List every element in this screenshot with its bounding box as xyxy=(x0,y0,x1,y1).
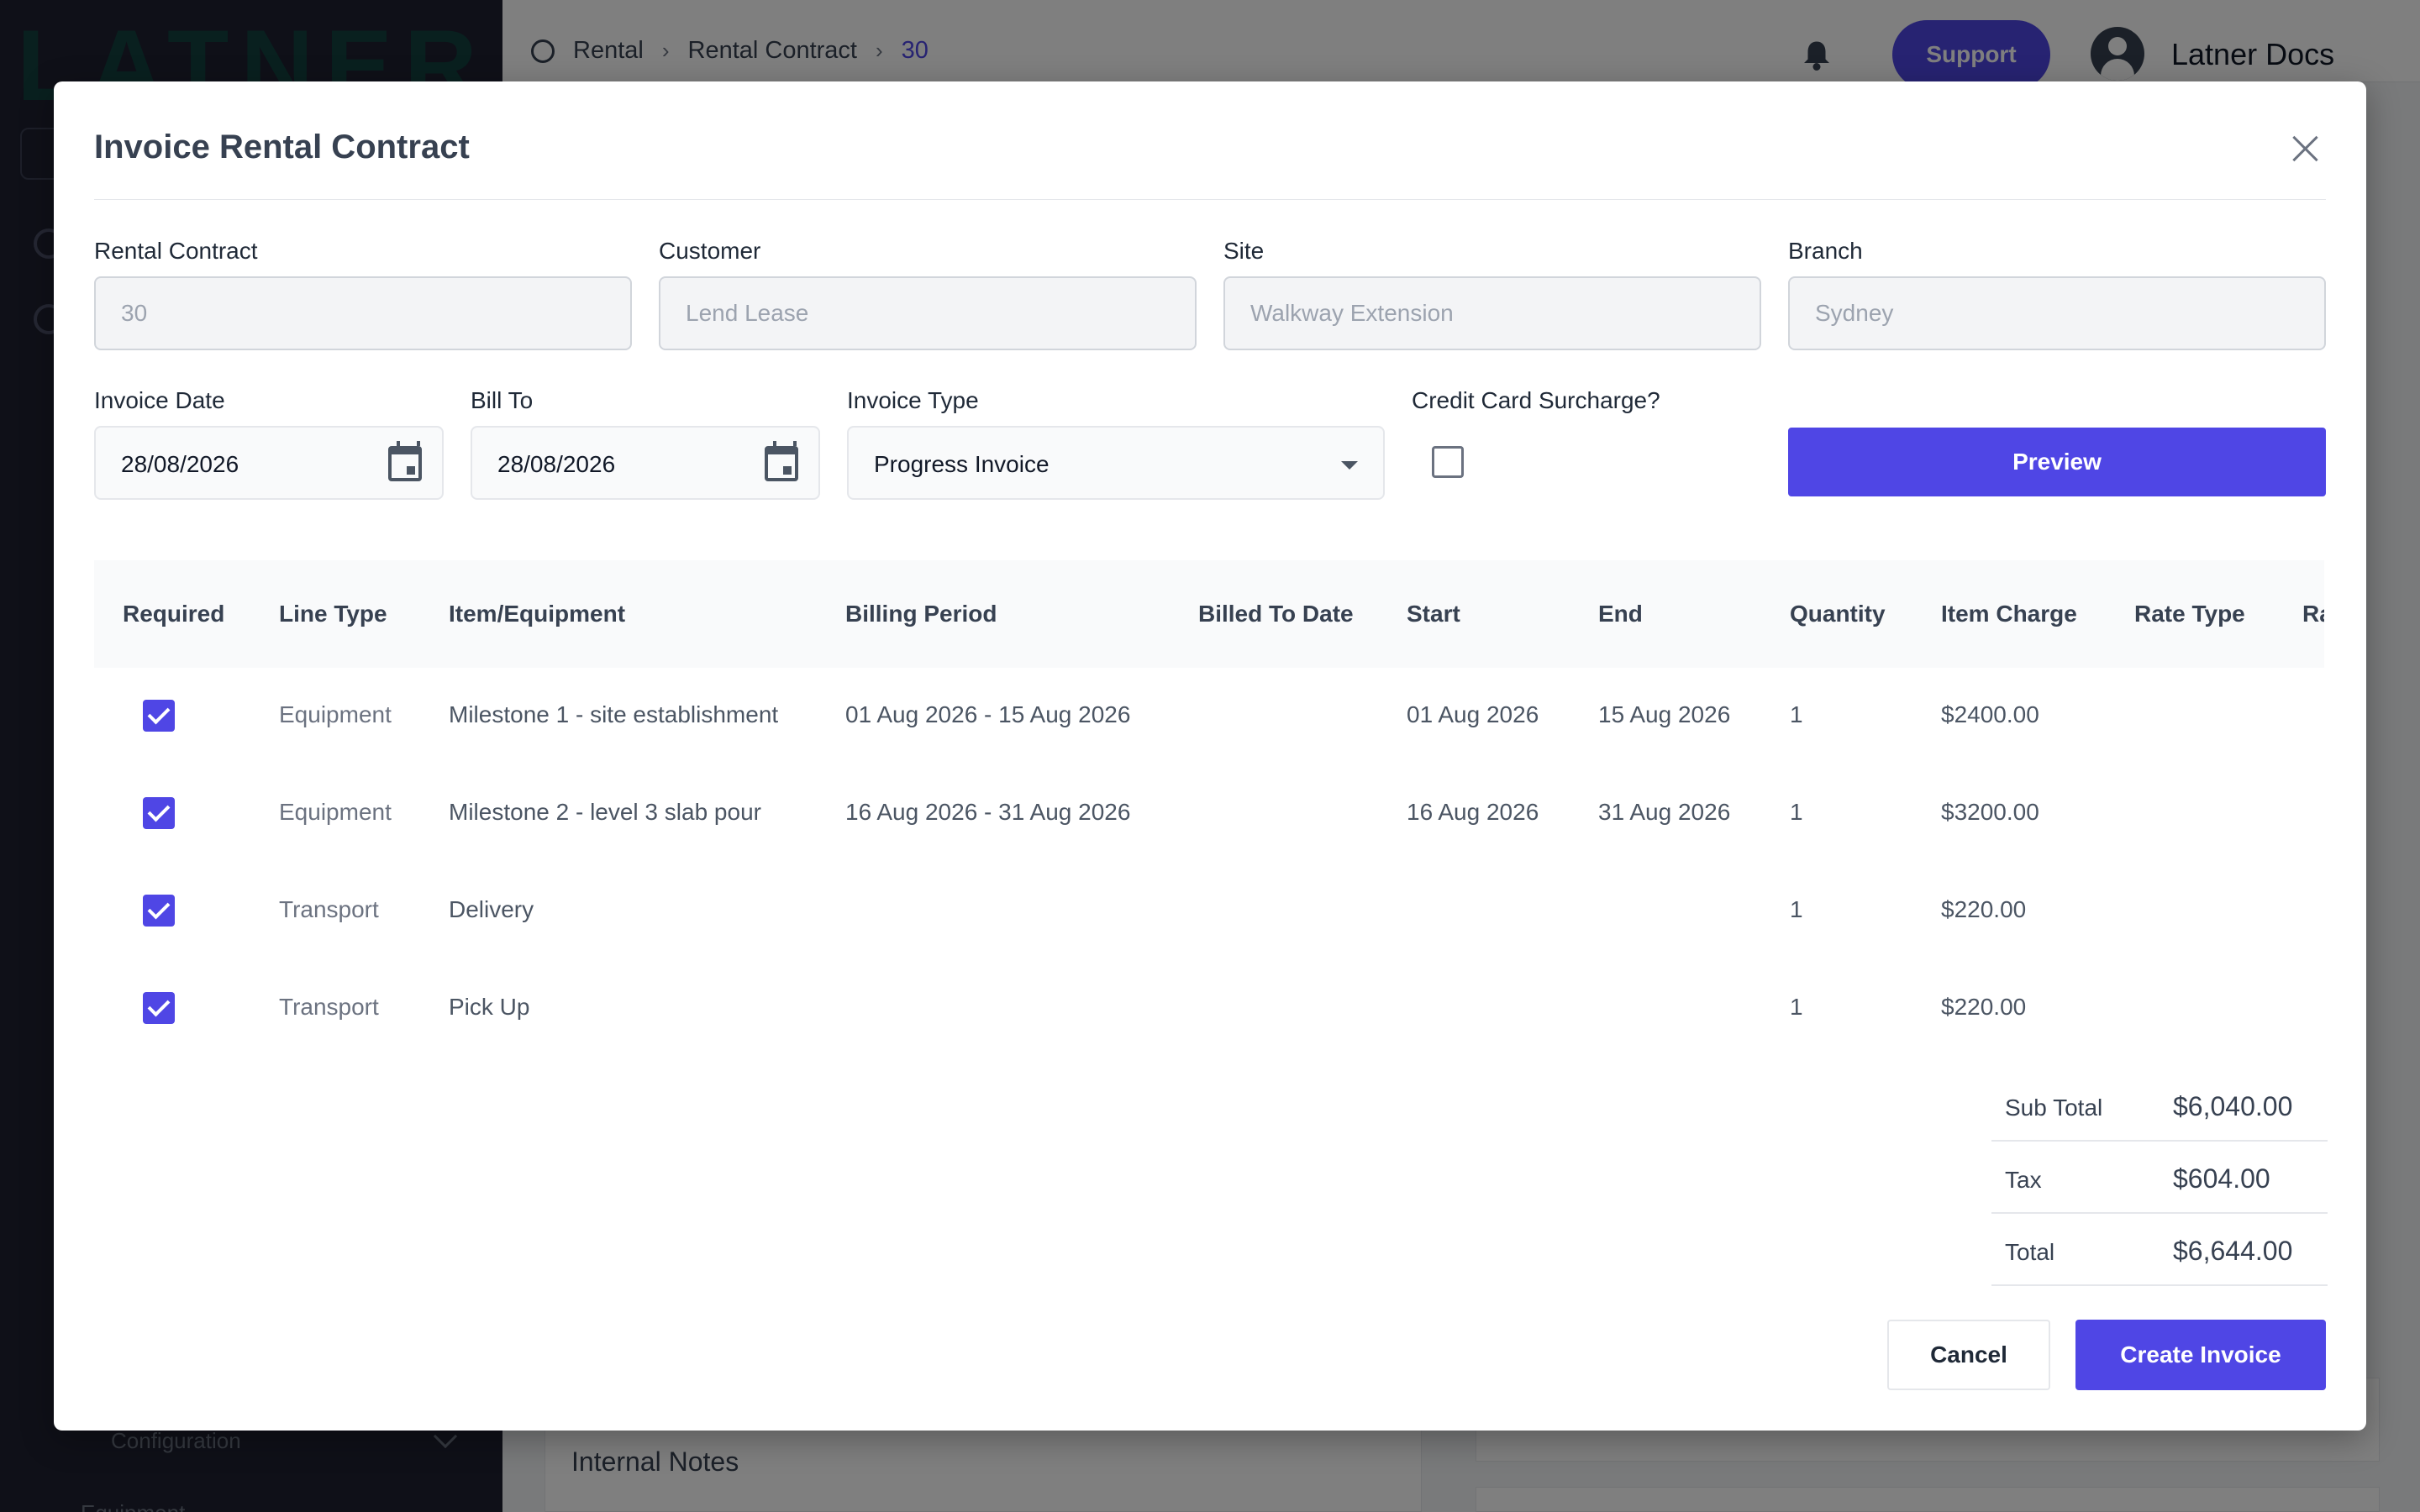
required-checkbox[interactable] xyxy=(143,992,175,1024)
cell-item-charge: $220.00 xyxy=(1941,994,2027,1020)
branch-label: Branch xyxy=(1788,238,1863,264)
modal-title: Invoice Rental Contract xyxy=(94,129,470,165)
tax-label: Tax xyxy=(2005,1167,2042,1193)
invoice-date-label: Invoice Date xyxy=(94,387,225,413)
cell-item: Pick Up xyxy=(449,994,530,1020)
cell-end: 31 Aug 2026 xyxy=(1598,799,1731,825)
rental-contract-input[interactable] xyxy=(94,276,632,350)
total-value: $6,644.00 xyxy=(2173,1236,2293,1266)
credit-card-surcharge-checkbox[interactable] xyxy=(1432,446,1464,478)
cell-item-charge: $3200.00 xyxy=(1941,799,2039,825)
invoice-modal: Invoice Rental Contract Rental Contract … xyxy=(54,81,2366,1431)
col-item: Item/Equipment xyxy=(449,601,626,627)
cell-billing-period: 16 Aug 2026 - 31 Aug 2026 xyxy=(845,799,1131,825)
table-row: Equipment Milestone 2 - level 3 slab pou… xyxy=(94,765,2324,863)
calendar-icon[interactable] xyxy=(388,441,422,481)
cell-line-type: Equipment xyxy=(279,799,392,825)
close-icon[interactable] xyxy=(2286,129,2326,169)
invoice-date-value: 28/08/2026 xyxy=(121,451,239,477)
col-item-charge: Item Charge xyxy=(1941,601,2077,627)
table-row: Equipment Milestone 1 - site establishme… xyxy=(94,668,2324,765)
tax-row: Tax $604.00 xyxy=(1991,1142,2328,1214)
col-required: Required xyxy=(123,601,225,627)
cell-start: 16 Aug 2026 xyxy=(1407,799,1539,825)
total-label: Total xyxy=(2005,1239,2055,1265)
col-billed-to-date: Billed To Date xyxy=(1198,601,1354,627)
cell-billing-period: 01 Aug 2026 - 15 Aug 2026 xyxy=(845,701,1131,727)
create-invoice-button[interactable]: Create Invoice xyxy=(2075,1320,2326,1390)
tax-value: $604.00 xyxy=(2173,1163,2270,1194)
invoice-type-value: Progress Invoice xyxy=(874,451,1050,477)
bill-to-label: Bill To xyxy=(471,387,534,413)
col-start: Start xyxy=(1407,601,1460,627)
customer-input[interactable] xyxy=(659,276,1197,350)
col-line-type: Line Type xyxy=(279,601,387,627)
subtotal-label: Sub Total xyxy=(2005,1095,2103,1121)
table-row: Transport Delivery 1 $220.00 xyxy=(94,863,2324,960)
table-row: Transport Pick Up 1 $220.00 xyxy=(94,960,2324,1058)
line-items-table: Required Line Type Item/Equipment Billin… xyxy=(94,560,2324,1148)
cell-quantity: 1 xyxy=(1790,994,1803,1020)
invoice-type-select[interactable]: Progress Invoice xyxy=(847,426,1385,500)
customer-label: Customer xyxy=(659,238,761,264)
preview-button[interactable]: Preview xyxy=(1788,428,2326,496)
required-checkbox[interactable] xyxy=(143,700,175,732)
subtotal-value: $6,040.00 xyxy=(2173,1091,2293,1121)
required-checkbox[interactable] xyxy=(143,797,175,829)
divider xyxy=(94,199,2326,200)
cell-end: 15 Aug 2026 xyxy=(1598,701,1731,727)
cancel-button[interactable]: Cancel xyxy=(1887,1320,2050,1390)
branch-input[interactable] xyxy=(1788,276,2326,350)
cell-item-charge: $220.00 xyxy=(1941,896,2027,922)
cell-start: 01 Aug 2026 xyxy=(1407,701,1539,727)
bill-to-input[interactable]: 28/08/2026 xyxy=(471,426,820,500)
cell-quantity: 1 xyxy=(1790,701,1803,727)
col-billing-period: Billing Period xyxy=(845,601,997,627)
total-row: Total $6,644.00 xyxy=(1991,1214,2328,1286)
cell-item: Milestone 1 - site establishment xyxy=(449,701,779,727)
credit-card-surcharge-label: Credit Card Surcharge? xyxy=(1412,387,1660,413)
col-quantity: Quantity xyxy=(1790,601,1886,627)
cell-quantity: 1 xyxy=(1790,896,1803,922)
col-end: End xyxy=(1598,601,1643,627)
cell-quantity: 1 xyxy=(1790,799,1803,825)
col-rate: Ra xyxy=(2302,601,2324,627)
totals-summary: Sub Total $6,040.00 Tax $604.00 Total $6… xyxy=(1991,1069,2328,1286)
calendar-icon[interactable] xyxy=(765,441,798,481)
bill-to-value: 28/08/2026 xyxy=(497,451,616,477)
caret-down-icon xyxy=(1341,461,1358,470)
cell-item-charge: $2400.00 xyxy=(1941,701,2039,727)
col-rate-type: Rate Type xyxy=(2134,601,2245,627)
required-checkbox[interactable] xyxy=(143,895,175,927)
cell-line-type: Transport xyxy=(279,994,379,1020)
cell-item: Delivery xyxy=(449,896,534,922)
invoice-type-label: Invoice Type xyxy=(847,387,979,413)
cell-item: Milestone 2 - level 3 slab pour xyxy=(449,799,761,825)
subtotal-row: Sub Total $6,040.00 xyxy=(1991,1069,2328,1142)
rental-contract-label: Rental Contract xyxy=(94,238,258,264)
site-label: Site xyxy=(1223,238,1265,264)
table-header: Required Line Type Item/Equipment Billin… xyxy=(94,560,2324,668)
invoice-date-input[interactable]: 28/08/2026 xyxy=(94,426,444,500)
site-input[interactable] xyxy=(1223,276,1761,350)
cell-line-type: Transport xyxy=(279,896,379,922)
cell-line-type: Equipment xyxy=(279,701,392,727)
